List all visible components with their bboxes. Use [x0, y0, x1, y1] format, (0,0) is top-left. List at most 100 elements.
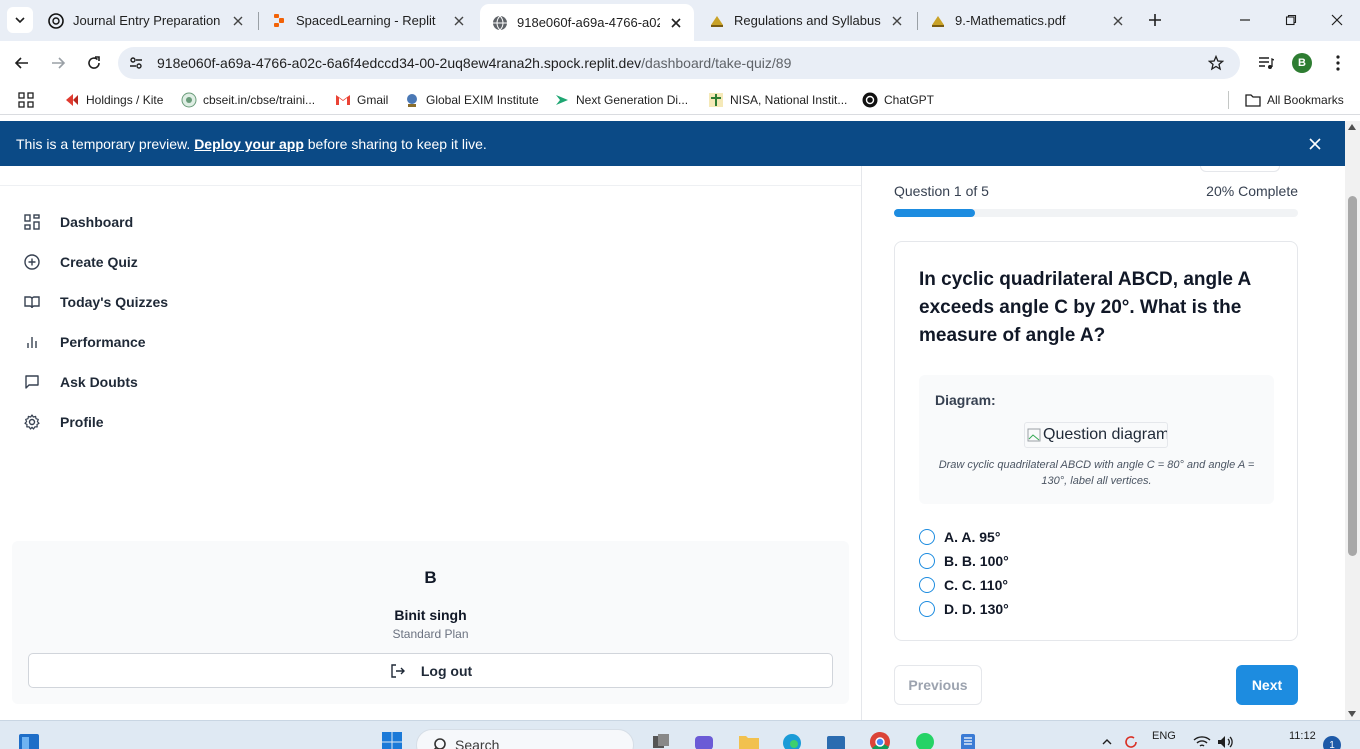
bookmark-item[interactable]: Global EXIM Institute	[404, 91, 539, 109]
forward-button[interactable]	[45, 50, 71, 76]
bookmark-item[interactable]: Holdings / Kite	[64, 91, 163, 109]
broken-image-icon	[1026, 427, 1042, 443]
nisa-icon	[708, 92, 724, 108]
volume-button[interactable]	[1215, 731, 1237, 749]
next-button[interactable]: Next	[1236, 665, 1298, 705]
language-indicator[interactable]: ENG	[1152, 730, 1176, 742]
address-bar[interactable]: 918e060f-a69a-4766-a02c-6a6f4edccd34-00-…	[118, 47, 1240, 79]
answer-option-a[interactable]: A. A. 95°	[919, 527, 1000, 547]
browser-tab[interactable]: SpacedLearning - Replit	[259, 5, 477, 36]
clock-time[interactable]: 11:12	[1289, 730, 1316, 742]
teams-button[interactable]	[693, 731, 715, 749]
answer-option-b[interactable]: B. B. 100°	[919, 551, 1009, 571]
previous-button[interactable]: Previous	[894, 665, 982, 705]
logout-button[interactable]: Log out	[28, 653, 833, 688]
close-window-button[interactable]	[1325, 8, 1349, 32]
tab-title: 918e060f-a69a-4766-a02c-6	[517, 15, 660, 30]
close-tab-icon[interactable]	[451, 13, 467, 29]
banner-prefix: This is a temporary preview.	[16, 136, 191, 152]
radio-button[interactable]	[919, 601, 935, 617]
windows-logo-icon	[382, 732, 402, 749]
option-label: B. B. 100°	[944, 553, 1009, 569]
folder-icon	[739, 736, 759, 749]
url-host: 918e060f-a69a-4766-a02c-6a6f4edccd34-00-…	[157, 55, 642, 71]
sidebar-item-dashboard[interactable]: Dashboard	[22, 210, 133, 234]
playlist-icon	[1259, 57, 1274, 69]
deploy-app-link[interactable]: Deploy your app	[194, 136, 304, 152]
question-card: In cyclic quadrilateral ABCD, angle A ex…	[894, 241, 1298, 641]
apps-button[interactable]	[18, 91, 40, 109]
whatsapp-button[interactable]	[914, 731, 936, 749]
bookmark-item[interactable]: NISA, National Instit...	[708, 91, 847, 109]
diagram-label: Diagram:	[935, 392, 996, 408]
bookmark-item[interactable]: cbseit.in/cbse/traini...	[181, 91, 315, 109]
tab-title: SpacedLearning - Replit	[296, 13, 436, 28]
url-text: 918e060f-a69a-4766-a02c-6a6f4edccd34-00-…	[157, 55, 791, 71]
sidebar-item-todays-quizzes[interactable]: Today's Quizzes	[22, 290, 168, 314]
sidebar-item-label: Today's Quizzes	[60, 294, 169, 310]
bookmark-item[interactable]: ChatGPT	[862, 91, 934, 109]
media-controls-button[interactable]	[1254, 51, 1278, 75]
close-tab-icon[interactable]	[1110, 13, 1126, 29]
restore-button[interactable]	[1279, 8, 1303, 32]
sidebar-item-profile[interactable]: Profile	[22, 410, 104, 434]
new-tab-button[interactable]	[1143, 8, 1167, 32]
start-button[interactable]	[381, 731, 403, 749]
plus-icon	[1149, 14, 1161, 26]
close-tab-icon[interactable]	[230, 13, 246, 29]
scroll-down-arrow-icon[interactable]	[1348, 711, 1356, 717]
file-explorer-button[interactable]	[738, 731, 760, 749]
store-button[interactable]	[825, 731, 847, 749]
replit-icon	[271, 13, 287, 29]
radio-button[interactable]	[919, 553, 935, 569]
page-scrollbar[interactable]	[1345, 121, 1360, 720]
notification-badge[interactable]: 1	[1323, 736, 1341, 749]
radio-button[interactable]	[919, 529, 935, 545]
progress-bar-fill	[894, 209, 975, 217]
all-bookmarks-button[interactable]: All Bookmarks	[1245, 91, 1344, 109]
message-square-icon	[22, 372, 42, 392]
calculator-button[interactable]	[957, 731, 979, 749]
tab-search-button[interactable]	[7, 7, 33, 33]
url-path: /dashboard/take-quiz/89	[641, 55, 792, 71]
chrome-menu-button[interactable]	[1326, 51, 1350, 75]
edge-button[interactable]	[781, 731, 803, 749]
close-tab-icon[interactable]	[668, 15, 684, 31]
bookmark-star-icon[interactable]	[1206, 53, 1226, 73]
close-tab-icon[interactable]	[889, 13, 905, 29]
browser-tab-active[interactable]: 918e060f-a69a-4766-a02c-6	[480, 4, 694, 41]
widgets-button[interactable]	[18, 733, 40, 749]
scroll-up-arrow-icon[interactable]	[1348, 124, 1356, 130]
profile-button[interactable]: B	[1290, 51, 1314, 75]
bookmark-item[interactable]: Next Generation Di...	[554, 91, 688, 109]
sync-tray-button[interactable]	[1120, 731, 1142, 749]
browser-tab[interactable]: 9.-Mathematics.pdf	[918, 5, 1136, 36]
browser-tab[interactable]: Regulations and Syllabuses	[697, 5, 915, 36]
sidebar-item-performance[interactable]: Performance	[22, 330, 146, 354]
sidebar-item-create-quiz[interactable]: Create Quiz	[22, 250, 138, 274]
site-info-icon[interactable]	[126, 53, 146, 73]
banner-close-button[interactable]	[1305, 134, 1325, 154]
radio-button[interactable]	[919, 577, 935, 593]
show-hidden-icons-button[interactable]	[1096, 731, 1118, 749]
taskbar-search-box[interactable]: Search	[416, 729, 634, 749]
chrome-taskbar-button[interactable]	[869, 731, 891, 749]
all-bookmarks-label: All Bookmarks	[1267, 93, 1344, 107]
network-button[interactable]	[1191, 731, 1213, 749]
scrollbar-thumb[interactable]	[1348, 196, 1357, 556]
sidebar-item-ask-doubts[interactable]: Ask Doubts	[22, 370, 138, 394]
institute-icon	[930, 13, 946, 29]
question-diagram-image: Question diagram	[1024, 422, 1168, 448]
kite-icon	[64, 92, 80, 108]
bookmark-item[interactable]: Gmail	[335, 91, 388, 109]
reload-button[interactable]	[81, 50, 107, 76]
back-button[interactable]	[9, 50, 35, 76]
browser-tab[interactable]: Journal Entry Preparation	[36, 5, 256, 36]
answer-option-d[interactable]: D. D. 130°	[919, 599, 1009, 619]
minimize-button[interactable]	[1233, 8, 1257, 32]
task-view-icon	[653, 734, 669, 748]
answer-option-c[interactable]: C. C. 110°	[919, 575, 1008, 595]
task-view-button[interactable]	[650, 731, 672, 749]
whatsapp-icon	[916, 733, 934, 749]
user-name: Binit singh	[394, 607, 467, 623]
